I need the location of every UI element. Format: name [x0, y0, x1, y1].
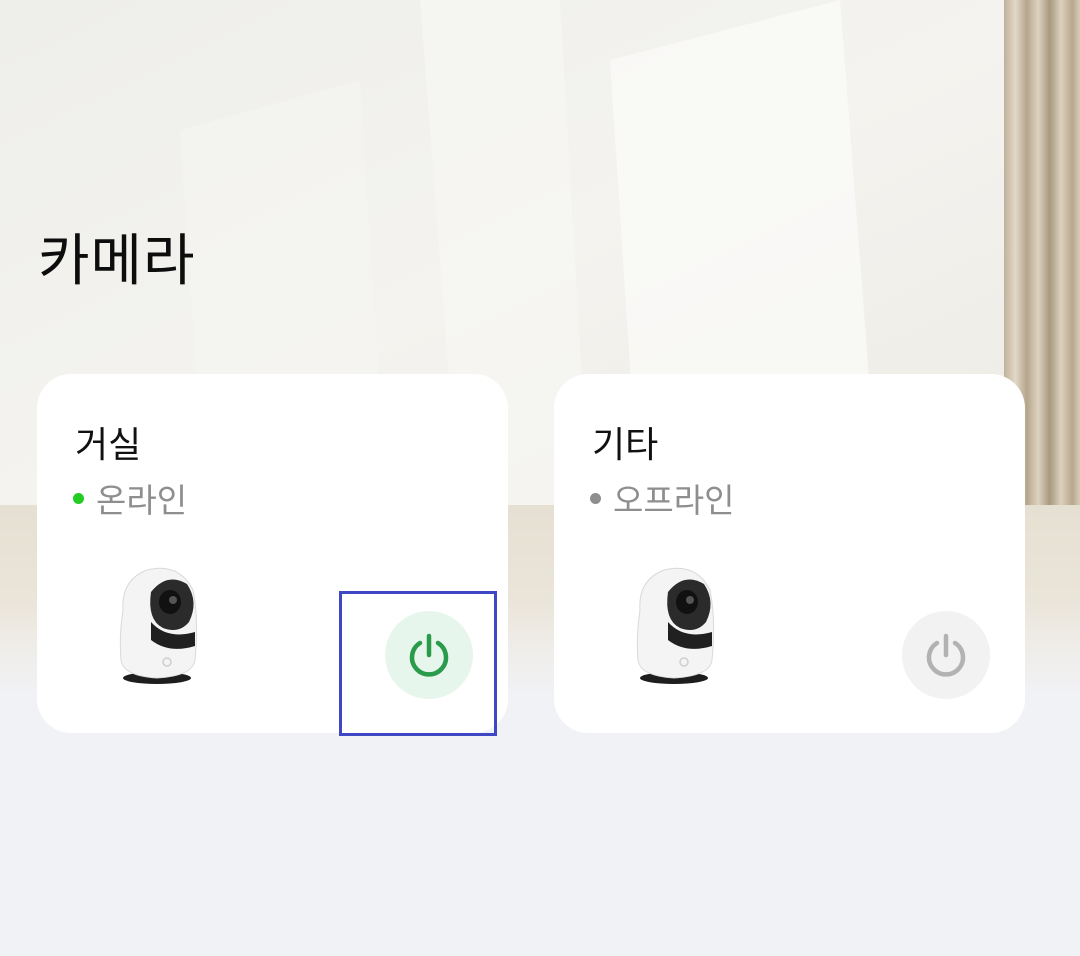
status-text: 오프라인: [613, 481, 735, 520]
status-indicator: 온라인: [73, 474, 187, 522]
status-indicator: 오프라인: [590, 474, 734, 522]
status-dot: [590, 492, 601, 504]
camera-device-image: [119, 567, 198, 684]
highlight-box: [339, 591, 497, 736]
status-text: 온라인: [96, 481, 188, 520]
power-button[interactable]: [902, 611, 990, 699]
status-dot: [73, 492, 84, 504]
power-icon: [926, 633, 966, 677]
card-title: 기타: [592, 425, 659, 466]
camera-device-image: [636, 567, 715, 684]
camera-card-other[interactable]: 기타 오프라인: [554, 374, 1025, 733]
card-title: 거실: [75, 425, 142, 466]
page-title: 카메라: [38, 229, 196, 294]
